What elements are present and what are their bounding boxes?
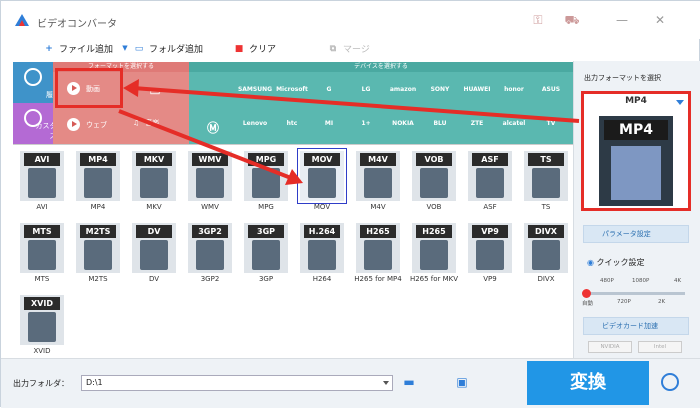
app-window: ビデオコンバータ ⚿ ⛟ — ✕ + ファイル追加 ▼ ▭ フォルダ追加 ■ ク… <box>0 0 700 408</box>
arrow-to-mov-format <box>118 109 292 180</box>
annotation-arrows <box>118 79 580 185</box>
arrowhead-video-category <box>123 79 139 97</box>
arrow-to-video-category <box>132 86 580 123</box>
